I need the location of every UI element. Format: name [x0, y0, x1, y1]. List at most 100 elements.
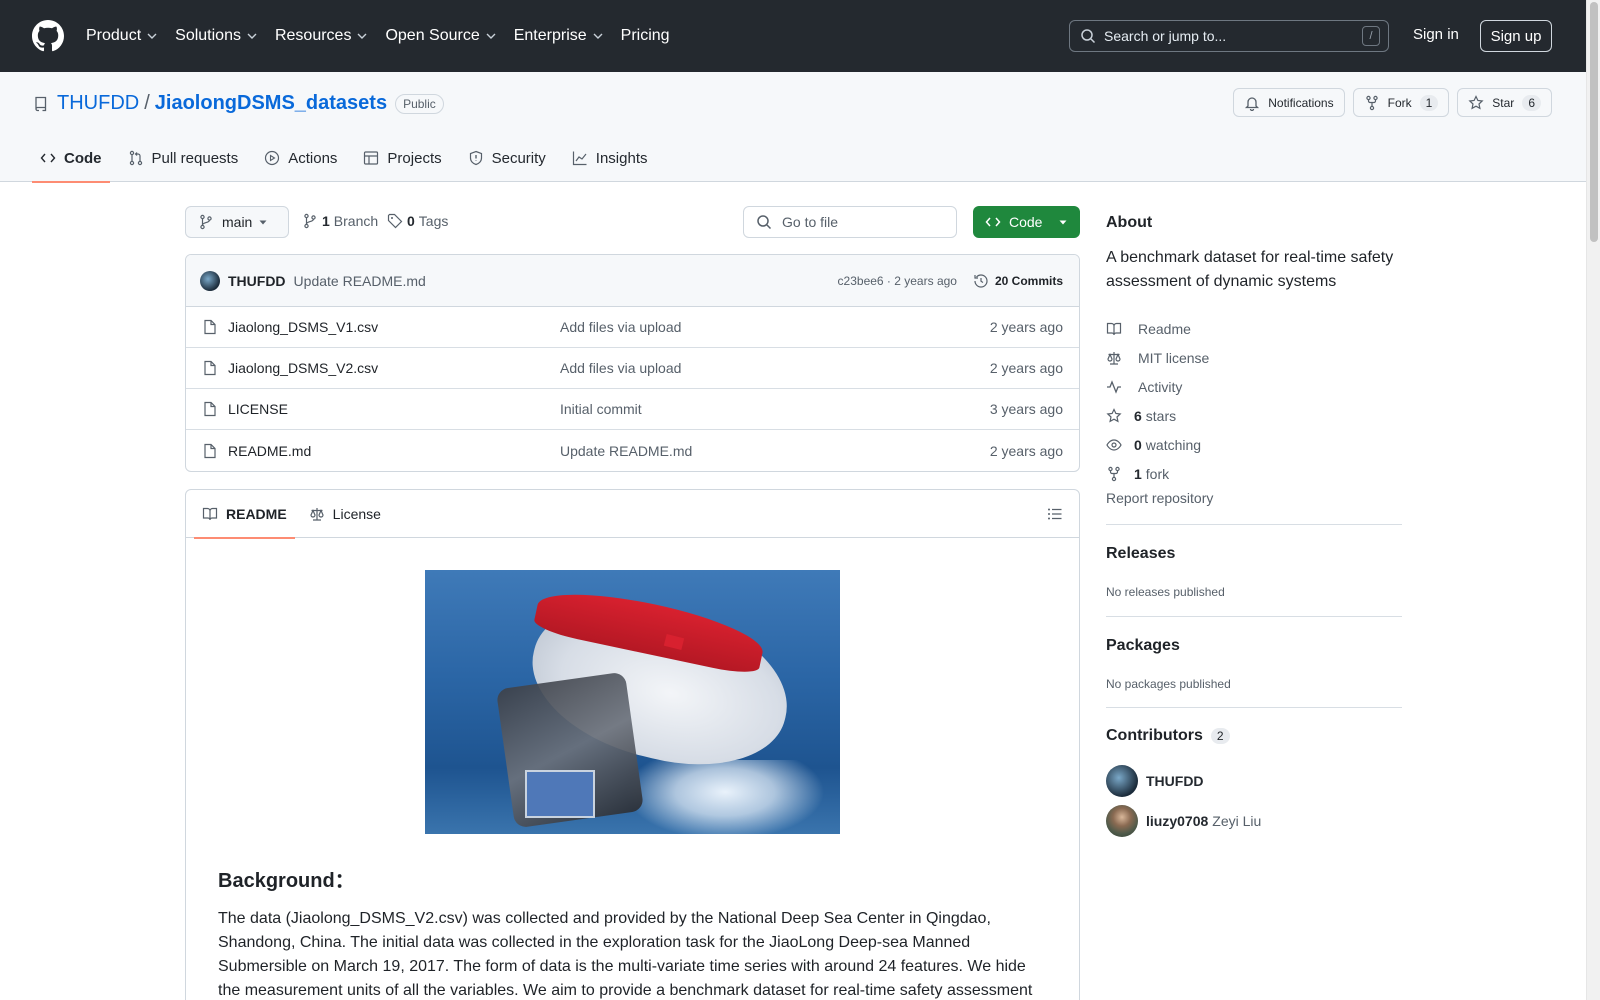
table-row[interactable]: Jiaolong_DSMS_V2.csv Add files via uploa…	[186, 348, 1079, 389]
file-list: THUFDD Update README.md c23bee6 · 2 year…	[185, 254, 1080, 472]
contributor-item[interactable]: liuzy0708 Zeyi Liu	[1106, 805, 1261, 837]
readme-tabs: README License	[186, 490, 1079, 539]
file-name-link[interactable]: LICENSE	[228, 401, 560, 417]
readme-body: Background： The data (Jiaolong_DSMS_V2.c…	[186, 538, 1079, 1000]
tab-readme[interactable]: README	[194, 490, 295, 539]
notifications-button[interactable]: Notifications	[1233, 88, 1345, 117]
star-icon	[1106, 407, 1122, 422]
star-button[interactable]: Star 6	[1457, 88, 1552, 117]
file-name-link[interactable]: README.md	[228, 443, 560, 459]
repo-actions: Notifications Fork 1 Star 6	[1233, 88, 1552, 117]
repo-icon	[35, 96, 47, 111]
commit-author-link[interactable]: THUFDD	[228, 273, 286, 289]
tab-code[interactable]: Code	[32, 134, 110, 183]
image-sample-basket	[525, 770, 595, 818]
history-icon	[974, 273, 988, 288]
nav-open-source[interactable]: Open Source	[385, 27, 496, 45]
table-row[interactable]: README.md Update README.md 2 years ago	[186, 430, 1079, 471]
scrollbar-thumb[interactable]	[1590, 2, 1598, 242]
chevron-down-icon	[593, 33, 603, 39]
nav-enterprise[interactable]: Enterprise	[514, 27, 604, 45]
chevron-down-icon	[357, 33, 367, 39]
global-search-input[interactable]: Search or jump to... /	[1069, 20, 1389, 52]
repo-title: THUFDD / JiaolongDSMS_datasets Public	[33, 92, 444, 115]
chevron-down-icon	[147, 33, 157, 39]
chevron-down-icon	[247, 33, 257, 39]
branches-link[interactable]: 1 Branch	[302, 213, 378, 229]
law-icon	[1107, 351, 1121, 365]
watchers-link[interactable]: 0 watching	[1106, 430, 1209, 459]
submersible-image	[425, 570, 840, 834]
page-scrollbar[interactable]	[1586, 0, 1600, 1000]
about-description: A benchmark dataset for real-time safety…	[1106, 249, 1394, 290]
repo-name-link[interactable]: JiaolongDSMS_datasets	[155, 92, 387, 115]
author-avatar[interactable]	[200, 270, 220, 291]
file-name-link[interactable]: Jiaolong_DSMS_V2.csv	[228, 360, 560, 376]
releases-note: No releases published	[1106, 585, 1225, 599]
table-icon	[364, 151, 379, 165]
file-age: 2 years ago	[989, 442, 1063, 459]
fork-icon	[1108, 466, 1120, 481]
law-icon	[310, 507, 324, 521]
tab-license[interactable]: License	[301, 490, 389, 538]
tab-security[interactable]: Security	[460, 134, 554, 182]
commits-history-link[interactable]: 20 Commits	[973, 273, 1063, 289]
readme-heading: Background：	[218, 870, 355, 892]
file-toolbar: main 1 Branch 0 Tags Go to file Code	[185, 206, 1080, 238]
tags-link[interactable]: 0 Tags	[387, 213, 448, 229]
report-repository-link[interactable]: Report repository	[1106, 490, 1213, 506]
tab-projects[interactable]: Projects	[355, 134, 449, 182]
table-row[interactable]: Jiaolong_DSMS_V1.csv Add files via uploa…	[186, 307, 1079, 348]
nav-resources[interactable]: Resources	[275, 27, 368, 45]
nav-product[interactable]: Product	[86, 27, 158, 45]
tab-insights[interactable]: Insights	[564, 134, 656, 182]
sign-up-button[interactable]: Sign up	[1480, 20, 1552, 52]
contributor-item[interactable]: THUFDD	[1106, 765, 1208, 797]
list-unordered-icon[interactable]	[1047, 506, 1063, 522]
contributors-heading[interactable]: Contributors 2	[1106, 727, 1230, 745]
search-icon	[757, 215, 772, 230]
sign-in-link[interactable]: Sign in	[1413, 26, 1459, 43]
activity-link[interactable]: Activity	[1106, 372, 1209, 401]
commit-message-link[interactable]: Update README.md	[294, 273, 426, 289]
license-link[interactable]: MIT license	[1106, 343, 1209, 372]
latest-commit-row: THUFDD Update README.md c23bee6 · 2 year…	[186, 255, 1079, 307]
stars-link[interactable]: 6 stars	[1106, 401, 1209, 430]
file-commit-link[interactable]: Add files via upload	[560, 319, 980, 335]
packages-heading[interactable]: Packages	[1106, 637, 1180, 655]
code-icon	[40, 153, 56, 163]
branch-select-button[interactable]: main	[185, 206, 289, 238]
repo-owner-link[interactable]: THUFDD	[57, 92, 139, 115]
file-commit-link[interactable]: Initial commit	[560, 401, 980, 417]
readme-paragraph: The data (Jiaolong_DSMS_V2.csv) was coll…	[218, 910, 1033, 999]
file-commit-link[interactable]: Add files via upload	[560, 360, 980, 376]
forks-link[interactable]: 1 fork	[1106, 459, 1209, 488]
commit-hash-time[interactable]: c23bee6 · 2 years ago	[838, 274, 957, 288]
avatar	[1106, 765, 1138, 797]
branch-icon	[304, 213, 316, 229]
fork-icon	[1365, 95, 1378, 110]
releases-heading[interactable]: Releases	[1106, 545, 1175, 563]
nav-pricing[interactable]: Pricing	[621, 27, 670, 45]
search-placeholder: Search or jump to...	[1104, 28, 1227, 44]
readme-link[interactable]: Readme	[1106, 314, 1209, 343]
file-commit-link[interactable]: Update README.md	[560, 443, 980, 459]
fork-button[interactable]: Fork 1	[1352, 88, 1450, 117]
github-logo-icon[interactable]	[32, 20, 64, 52]
go-to-file-input[interactable]: Go to file	[743, 206, 957, 238]
global-header: Product Solutions Resources Open Source …	[0, 0, 1586, 72]
global-nav: Product Solutions Resources Open Source …	[86, 27, 687, 45]
file-name-link[interactable]: Jiaolong_DSMS_V1.csv	[228, 319, 560, 335]
code-dropdown-button[interactable]: Code	[973, 206, 1080, 238]
star-count: 6	[1522, 94, 1541, 111]
table-row[interactable]: LICENSE Initial commit 3 years ago	[186, 389, 1079, 430]
tab-pull-requests[interactable]: Pull requests	[120, 134, 247, 182]
file-age: 2 years ago	[989, 319, 1063, 335]
tab-actions[interactable]: Actions	[256, 134, 345, 182]
readme-panel: README License Background： The data (Jia…	[185, 489, 1080, 1000]
sidebar-divider	[1106, 707, 1402, 708]
file-icon	[204, 360, 216, 376]
bell-icon	[1245, 96, 1260, 111]
file-icon	[204, 319, 216, 335]
nav-solutions[interactable]: Solutions	[175, 27, 258, 45]
